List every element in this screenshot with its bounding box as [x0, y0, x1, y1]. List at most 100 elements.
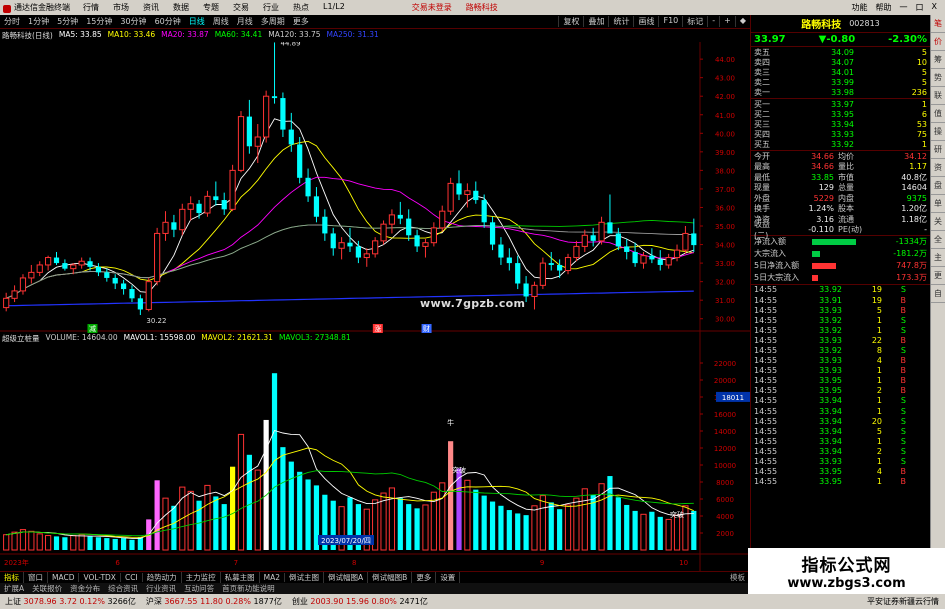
- indicator-tab[interactable]: 设置: [436, 572, 461, 583]
- chart-tool-button[interactable]: 画线: [633, 16, 658, 27]
- menu-item[interactable]: 交易: [226, 2, 256, 13]
- index-quote[interactable]: 上证 3078.96 3.72 0.12% 3266亿: [0, 596, 141, 607]
- indicator-tab[interactable]: MACD: [48, 573, 80, 582]
- indicator-tab[interactable]: 倒试幅图A: [324, 572, 369, 583]
- chart-tool-button[interactable]: ◆: [734, 16, 750, 27]
- side-tab[interactable]: 势: [931, 69, 945, 87]
- period-tab[interactable]: 日线: [185, 16, 209, 27]
- kline-chart[interactable]: 44.00 43.00 42.00 41.00 40.00 39.00 38.00 37.00…: [0, 42, 750, 571]
- menu-item[interactable]: 行情: [76, 2, 106, 13]
- volume-bar: [271, 373, 278, 550]
- chart-tool-button[interactable]: 复权: [558, 16, 583, 27]
- tick-price: 33.94: [819, 406, 842, 416]
- menu-item[interactable]: 功能: [848, 2, 872, 13]
- side-tab[interactable]: 价: [931, 33, 945, 51]
- candle-body-up: [581, 234, 588, 247]
- vol-tick-label: 20000: [714, 377, 736, 385]
- side-tab[interactable]: 盘: [931, 177, 945, 195]
- menu-item[interactable]: 专题: [196, 2, 226, 13]
- chart-tool-button[interactable]: 叠加: [583, 16, 608, 27]
- stat-label: 流通: [838, 214, 854, 224]
- side-tab[interactable]: 笔: [931, 15, 945, 33]
- indicator-tab[interactable]: CCI: [121, 573, 143, 582]
- indicator-tabs: 指标 窗口 MACD VOL-TDX CCI 趋势动力 主力监控 私募主图 MA2 倒试主图 倒试幅…: [0, 571, 750, 583]
- tick-time: 14:55: [754, 376, 778, 386]
- extension-tab[interactable]: 综合资讯: [104, 583, 142, 594]
- tick-side: S: [900, 446, 906, 456]
- volume-bar: [632, 510, 638, 550]
- extension-tab[interactable]: 行业资讯: [142, 583, 180, 594]
- extension-tab[interactable]: 资金分布: [66, 583, 104, 594]
- side-tab[interactable]: 筹: [931, 51, 945, 69]
- side-tab[interactable]: 联: [931, 87, 945, 105]
- chart-tool-button[interactable]: +: [719, 16, 735, 27]
- menu-item[interactable]: 行业: [256, 2, 286, 13]
- tick-time: 14:55: [754, 446, 778, 456]
- tick-price: 33.95: [819, 386, 842, 396]
- period-tab[interactable]: 60分钟: [151, 16, 185, 27]
- menu-item[interactable]: L1/L2: [316, 2, 352, 13]
- period-tab[interactable]: 更多: [289, 16, 313, 27]
- period-tab[interactable]: 30分钟: [116, 16, 150, 27]
- candle-body-up: [204, 195, 211, 214]
- period-tab[interactable]: 月线: [233, 16, 257, 27]
- ma-legend-item: MA120: 33.75: [268, 30, 321, 39]
- side-tab[interactable]: 更: [931, 267, 945, 285]
- indicator-tab[interactable]: VOL-TDX: [79, 573, 121, 582]
- extension-tab[interactable]: 首页新功能说明: [218, 583, 279, 594]
- period-tab[interactable]: 周线: [209, 16, 233, 27]
- chart-tool-button[interactable]: 标记: [682, 16, 707, 27]
- chart-tool-button[interactable]: -: [707, 16, 719, 27]
- side-tab[interactable]: 自: [931, 285, 945, 303]
- indicator-tab[interactable]: 指标: [0, 572, 24, 583]
- volume-bar-up: [70, 535, 77, 551]
- window-control-icon[interactable]: 一: [896, 2, 912, 13]
- candle-body-down: [297, 144, 303, 178]
- extension-tab[interactable]: 关联报价: [28, 583, 66, 594]
- period-tab[interactable]: 多周期: [257, 16, 289, 27]
- fund-flow-row: 5日净流入额 747.8万: [751, 260, 930, 272]
- extension-tab[interactable]: 互动问答: [180, 583, 218, 594]
- period-tab[interactable]: 5分钟: [53, 16, 82, 27]
- menu-item[interactable]: 帮助: [872, 2, 896, 13]
- side-tab[interactable]: 值: [931, 105, 945, 123]
- login-status[interactable]: 交易未登录: [412, 2, 452, 13]
- menu-item[interactable]: 市场: [106, 2, 136, 13]
- indicator-tab[interactable]: 窗口: [24, 572, 48, 583]
- indicator-tab[interactable]: 倒试幅图B: [368, 572, 413, 583]
- indicator-tab[interactable]: 趋势动力: [143, 572, 182, 583]
- menu-item[interactable]: 热点: [286, 2, 316, 13]
- candle-body-down: [406, 218, 412, 236]
- period-tab[interactable]: 15分钟: [82, 16, 116, 27]
- side-tab[interactable]: 单: [931, 195, 945, 213]
- volume-bar: [263, 419, 269, 550]
- period-tab[interactable]: 分时: [0, 16, 24, 27]
- side-tab[interactable]: 研: [931, 141, 945, 159]
- volume-bar-up: [254, 469, 261, 551]
- template-button[interactable]: 模板: [726, 572, 750, 583]
- indicator-tab[interactable]: 主力监控: [182, 572, 221, 583]
- menu-item[interactable]: 数据: [166, 2, 196, 13]
- indicator-tab[interactable]: 私募主图: [221, 572, 260, 583]
- indicator-tab[interactable]: 倒试主图: [285, 572, 325, 583]
- window-control-icon[interactable]: X: [928, 2, 941, 13]
- side-tab[interactable]: 操: [931, 123, 945, 141]
- side-tab[interactable]: 全: [931, 231, 945, 249]
- side-tab[interactable]: 主: [931, 249, 945, 267]
- period-tab[interactable]: 1分钟: [24, 16, 53, 27]
- tick-time: 14:55: [754, 325, 778, 335]
- extension-tab[interactable]: 扩展A: [0, 583, 28, 594]
- side-tab[interactable]: 关: [931, 213, 945, 231]
- ask-qty: 5: [921, 67, 927, 77]
- chart-tool-button[interactable]: 统计: [608, 16, 633, 27]
- index-quote[interactable]: 创业 2003.90 15.96 0.80% 2471亿: [287, 596, 433, 607]
- indicator-tab[interactable]: 更多: [412, 572, 437, 583]
- menu-item[interactable]: 资讯: [136, 2, 166, 13]
- side-tab[interactable]: 资: [931, 159, 945, 177]
- price-tick-label: 43.00: [715, 75, 735, 83]
- index-quote[interactable]: 沪深 3667.55 11.80 0.28% 1877亿: [141, 596, 287, 607]
- chart-tool-button[interactable]: F10: [658, 16, 682, 27]
- indicator-tab[interactable]: MA2: [260, 573, 286, 582]
- window-control-icon[interactable]: 口: [912, 2, 928, 13]
- tick-row: 14:55 33.92 1 S: [751, 325, 930, 335]
